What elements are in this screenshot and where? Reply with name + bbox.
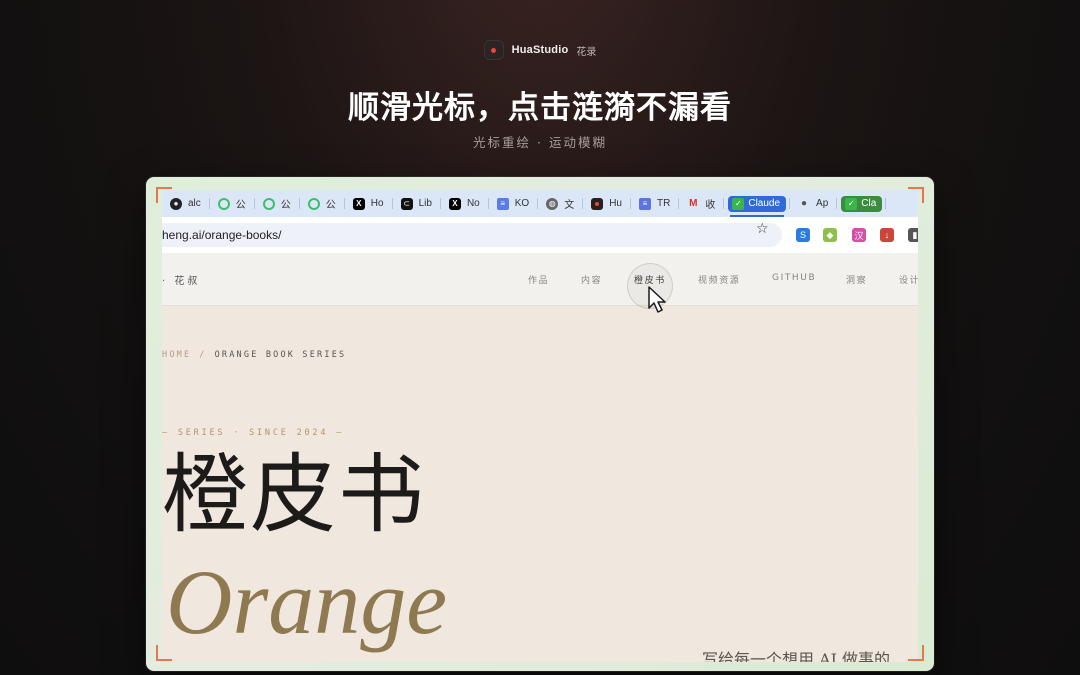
site-nav: · 花叔 作品 内容 橙皮书 视频资源 GITHUB 洞察 设计 xyxy=(162,253,918,306)
tab[interactable]: ◍ 文 xyxy=(538,190,584,217)
tab-label: Lib xyxy=(418,198,432,209)
address-bar: heng.ai/orange-books/ ☆ S ◆ 汉 ↓ ▮ xyxy=(162,217,918,253)
x-icon: X xyxy=(448,197,461,210)
tab[interactable]: M收 xyxy=(679,190,725,217)
tab-label: TR xyxy=(657,198,671,209)
globe-icon: ◍ xyxy=(546,197,559,210)
nav-item-works[interactable]: 作品 xyxy=(528,273,549,286)
breadcrumb-separator: / xyxy=(199,350,207,360)
tab-label: alc xyxy=(188,198,201,209)
tab-label: Hu xyxy=(609,198,622,209)
tab-claude-2[interactable]: ✓ Cla xyxy=(837,190,887,217)
link-icon: ⊂ xyxy=(400,197,413,210)
tab-label: Ap xyxy=(816,198,829,209)
tab[interactable]: ⊂ Lib xyxy=(393,190,442,217)
nav-item-video[interactable]: 视频资源 xyxy=(698,273,740,286)
tab[interactable]: 公 xyxy=(210,190,255,217)
headline: 顺滑光标，点击涟漪不漏看 xyxy=(348,90,732,126)
frame-corner xyxy=(908,645,924,661)
tab[interactable]: X No xyxy=(441,190,489,217)
tab-label: 文 xyxy=(564,200,575,211)
page-body: HOME / ORANGE BOOK SERIES — SERIES · SINCE… xyxy=(162,306,918,662)
series-label: — SERIES · SINCE 2024 — xyxy=(162,428,345,438)
frame-corner xyxy=(156,645,172,661)
record-icon xyxy=(483,40,504,60)
tab-label: 公 xyxy=(280,200,291,211)
nav-item-content[interactable]: 内容 xyxy=(581,273,602,286)
check-icon: ✓ xyxy=(732,197,745,210)
bookmark-star-icon[interactable]: ☆ xyxy=(756,220,769,237)
brand: HuaStudio 花录 xyxy=(0,40,1080,60)
breadcrumb-current: ORANGE BOOK SERIES xyxy=(214,350,347,360)
tab-label: KO xyxy=(514,198,530,209)
wechat-icon xyxy=(217,197,230,210)
tab-label: Claude xyxy=(748,198,781,209)
extension-icon[interactable]: ↓ xyxy=(880,228,894,242)
tab[interactable]: Hu xyxy=(583,190,631,217)
browser-window: ● alc 公 公 公 X Ho ⊂ Lib X No ≡ KO ◍ 文 Hu ≡ TR M收… xyxy=(162,190,918,662)
apple-icon: ● xyxy=(801,197,808,209)
check-icon: ✓ xyxy=(845,197,858,210)
url-text: heng.ai/orange-books/ xyxy=(162,228,282,242)
tab-label: No xyxy=(466,198,480,209)
gmail-icon: M xyxy=(689,197,698,209)
tab-claude[interactable]: ✓ Claude xyxy=(724,190,790,217)
nav-item-github[interactable]: GITHUB xyxy=(772,273,816,283)
tab-label: 收 xyxy=(705,200,716,211)
doc-icon: ≡ xyxy=(496,197,509,210)
tab-bar: ● alc 公 公 公 X Ho ⊂ Lib X No ≡ KO ◍ 文 Hu ≡ TR M收… xyxy=(162,190,918,217)
breadcrumb: HOME / ORANGE BOOK SERIES xyxy=(162,350,346,360)
record-icon xyxy=(591,197,604,210)
screen-frame: ● alc 公 公 公 X Ho ⊂ Lib X No ≡ KO ◍ 文 Hu ≡ TR M收… xyxy=(146,177,934,671)
frame-corner xyxy=(908,187,924,203)
nav-item-insights[interactable]: 洞察 xyxy=(846,273,867,286)
tab[interactable]: ● Ap xyxy=(790,190,838,217)
url-field[interactable]: heng.ai/orange-books/ xyxy=(162,223,782,247)
tab[interactable]: 公 xyxy=(255,190,300,217)
doc-icon: ≡ xyxy=(639,197,651,210)
nav-item-design[interactable]: 设计 xyxy=(899,273,918,286)
tab-label: 公 xyxy=(325,200,336,211)
tab[interactable]: ≡ TR xyxy=(631,190,680,217)
extension-icon[interactable]: ▮ xyxy=(908,228,918,242)
tab-label: Ho xyxy=(370,198,384,209)
page-title-cn: 橙皮书 xyxy=(162,445,426,545)
brand-sub: 花录 xyxy=(576,46,597,58)
tab[interactable]: 公 xyxy=(300,190,345,217)
cursor-arrow-icon xyxy=(648,286,666,313)
site-brand[interactable]: · 花叔 xyxy=(162,272,200,287)
page-title-en: Orange xyxy=(166,551,448,653)
tagline: 写给每一个想用 AI 做事的 xyxy=(702,650,891,662)
breadcrumb-home[interactable]: HOME xyxy=(162,350,191,360)
x-icon: X xyxy=(352,197,365,210)
wechat-icon xyxy=(307,197,320,210)
extension-icon[interactable]: 汉 xyxy=(852,228,866,242)
wechat-icon xyxy=(262,197,275,210)
tab[interactable]: ≡ KO xyxy=(489,190,539,217)
subline: 光标重绘 · 运动模糊 xyxy=(473,135,607,150)
extension-icon[interactable]: ◆ xyxy=(823,228,837,242)
extension-icon[interactable]: S xyxy=(796,228,810,242)
tab[interactable]: X Ho xyxy=(345,190,393,217)
brand-name: HuaStudio xyxy=(511,44,569,56)
frame-corner xyxy=(156,187,172,203)
tab-label: 公 xyxy=(235,200,246,211)
tab-label: Cla xyxy=(861,198,877,209)
